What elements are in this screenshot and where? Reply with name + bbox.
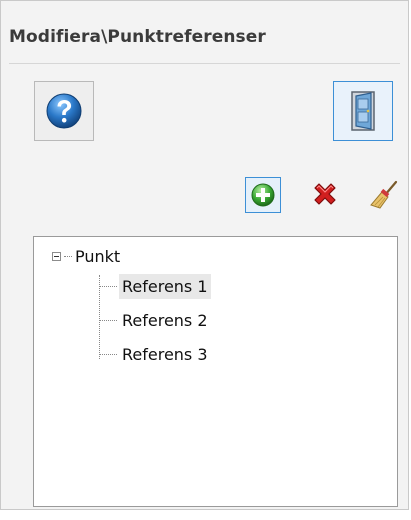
delete-button[interactable] xyxy=(307,177,343,213)
help-icon xyxy=(46,93,82,129)
tree-connector xyxy=(100,285,117,287)
tree-item-referens-2[interactable]: Referens 2 xyxy=(100,306,211,334)
collapse-toggle[interactable] xyxy=(52,251,61,261)
tree-connector xyxy=(100,319,117,321)
tree-item-referens-3[interactable]: Referens 3 xyxy=(100,340,211,368)
broom-icon xyxy=(370,180,398,209)
tree-item-referens-1[interactable]: Referens 1 xyxy=(100,272,211,300)
delete-icon xyxy=(314,183,336,205)
tree-item-label: Referens 3 xyxy=(122,344,208,364)
tree-connector xyxy=(100,353,117,355)
exit-button[interactable] xyxy=(333,81,393,141)
tree-root-node[interactable]: Punkt xyxy=(52,245,120,267)
tree-item-label: Referens 2 xyxy=(122,310,208,330)
references-panel: Modifiera\Punktreferenser Punkt Referens… xyxy=(0,0,409,510)
add-icon xyxy=(251,183,275,207)
tree-item-label: Referens 1 xyxy=(119,273,211,299)
exit-door-icon xyxy=(351,91,375,131)
title-separator xyxy=(9,63,400,64)
panel-title: Modifiera\Punktreferenser xyxy=(9,27,266,47)
reference-tree[interactable]: Punkt Referens 1 Referens 2 Referens 3 xyxy=(33,236,398,507)
tree-connector xyxy=(64,255,72,257)
add-button[interactable] xyxy=(245,177,281,213)
tree-root-label: Punkt xyxy=(75,246,121,266)
clear-button[interactable] xyxy=(367,177,403,213)
help-button[interactable] xyxy=(34,81,94,141)
